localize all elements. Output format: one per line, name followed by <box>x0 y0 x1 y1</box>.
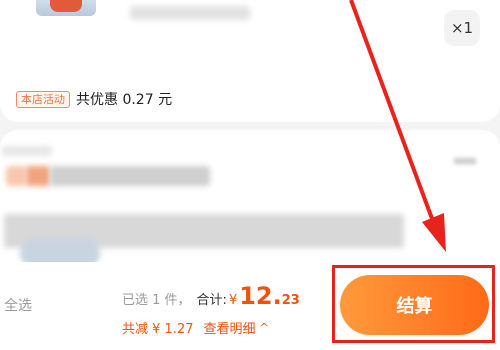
select-all-label[interactable]: 全选 <box>4 295 32 315</box>
promo-tag: 本店活动 <box>16 90 70 108</box>
next-cart-item-card <box>0 130 500 268</box>
checkout-bar: 全选 已选 1 件， 合计: ¥ 12. 23 共减 ¥ 1.27 查看明细 ^… <box>0 262 500 350</box>
total-currency: ¥ <box>228 293 238 308</box>
discount-text: 共减 ¥ 1.27 <box>122 322 194 337</box>
selected-count: 已选 1 件， <box>122 293 191 308</box>
blurred-store-line <box>2 146 52 156</box>
blurred-side-label <box>454 158 476 164</box>
blurred-store-logo-2 <box>26 166 50 186</box>
blurred-store-name <box>50 166 210 186</box>
total-label: 合计: <box>196 293 227 308</box>
checkout-button[interactable]: 结算 <box>340 275 489 335</box>
cart-item-card: ×1 本店活动 共优惠 0.27 元 <box>0 0 500 122</box>
total-summary: 已选 1 件， 合计: ¥ 12. 23 <box>122 282 300 310</box>
blurred-store-logo <box>6 166 26 186</box>
blurred-product-title <box>130 6 250 20</box>
quantity-button[interactable]: ×1 <box>444 10 480 46</box>
product-thumbnail[interactable] <box>36 0 96 16</box>
total-amount-integer: 12. <box>239 282 282 310</box>
discount-summary: 共减 ¥ 1.27 查看明细 ^ <box>122 318 269 337</box>
view-details-link[interactable]: 查看明细 <box>203 318 255 337</box>
promo-row: 本店活动 共优惠 0.27 元 <box>16 89 172 109</box>
total-amount-decimal: 23 <box>281 293 300 308</box>
promo-text: 共优惠 0.27 元 <box>76 92 173 108</box>
chevron-up-icon[interactable]: ^ <box>260 321 269 334</box>
